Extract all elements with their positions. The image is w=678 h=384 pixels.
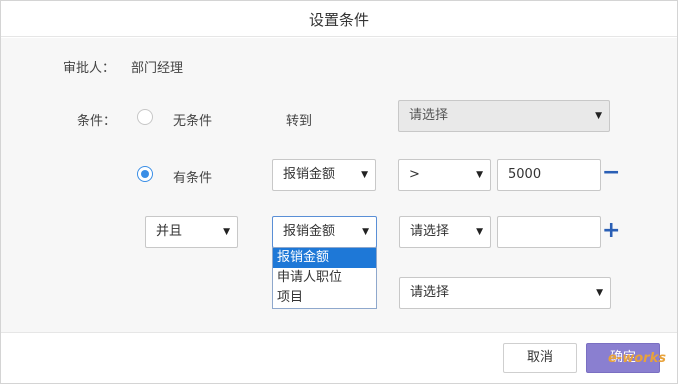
field-dropdown-list: 报销金额 申请人职位 项目	[272, 247, 377, 309]
chevron-down-icon: ▼	[595, 111, 602, 121]
row2-logic-value: 并且	[156, 224, 183, 239]
row1-operator-value: >	[409, 167, 420, 182]
chevron-down-icon: ▼	[362, 227, 369, 237]
row2-field-select[interactable]: 报销金额 ▼	[272, 216, 377, 248]
no-condition-label: 无条件	[173, 114, 213, 129]
condition-label: 条件：	[77, 114, 117, 129]
chevron-down-icon: ▼	[361, 170, 368, 180]
row2-operator-value: 请选择	[410, 224, 450, 239]
approver-value: 部门经理	[131, 61, 184, 76]
chevron-down-icon: ▼	[596, 288, 603, 298]
chevron-down-icon: ▼	[476, 227, 483, 237]
chevron-down-icon: ▼	[223, 227, 230, 237]
has-condition-radio[interactable]	[137, 166, 153, 182]
chevron-down-icon: ▼	[476, 170, 483, 180]
has-condition-label: 有条件	[173, 171, 213, 186]
row3-select[interactable]: 请选择 ▼	[399, 277, 611, 309]
dropdown-option-project[interactable]: 项目	[273, 288, 376, 308]
goto-select[interactable]: 请选择 ▼	[398, 100, 610, 132]
dropdown-option-amount[interactable]: 报销金额	[273, 248, 376, 268]
dialog-footer: 取消 确定	[1, 332, 677, 383]
no-condition-radio[interactable]	[137, 109, 153, 125]
row2-value-input[interactable]	[497, 216, 601, 248]
add-condition-plus-icon[interactable]: +	[602, 220, 620, 242]
row1-operator-select[interactable]: > ▼	[398, 159, 491, 191]
row1-value-text: 5000	[508, 167, 542, 182]
goto-select-value: 请选择	[409, 108, 449, 123]
dialog-title: 设置条件	[308, 11, 369, 29]
set-condition-dialog: 设置条件 审批人： 部门经理 条件： 无条件 转到 请选择 ▼ 有条件 报销金额…	[0, 0, 678, 384]
row1-field-select[interactable]: 报销金额 ▼	[272, 159, 376, 191]
row2-logic-select[interactable]: 并且 ▼	[145, 216, 238, 248]
remove-condition-minus-icon[interactable]: −	[602, 162, 620, 184]
row3-select-value: 请选择	[410, 285, 450, 300]
approver-label: 审批人：	[63, 61, 116, 76]
dropdown-option-position[interactable]: 申请人职位	[273, 268, 376, 288]
cancel-button[interactable]: 取消	[503, 343, 577, 373]
row2-field-value: 报销金额	[283, 224, 336, 239]
watermark-logo: e-works	[608, 351, 666, 366]
row1-field-value: 报销金额	[283, 167, 336, 182]
goto-label: 转到	[286, 114, 313, 129]
dialog-header: 设置条件	[1, 1, 677, 37]
row1-value-input[interactable]: 5000	[497, 159, 601, 191]
row2-operator-select[interactable]: 请选择 ▼	[399, 216, 491, 248]
